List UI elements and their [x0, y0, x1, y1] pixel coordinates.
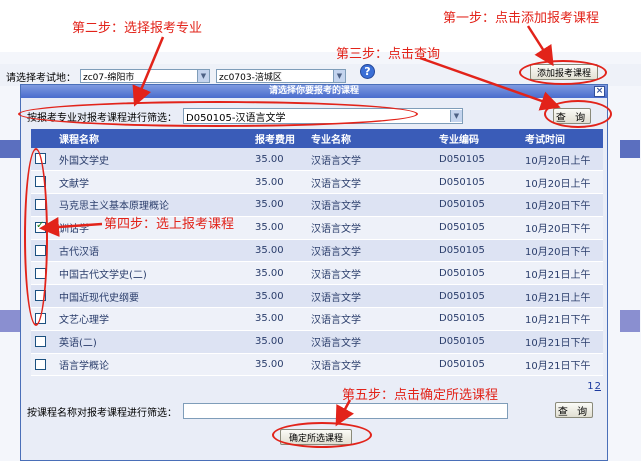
table-row: 外国文学史 35.00 汉语言文学 D050105 10月20日上午 [31, 148, 603, 172]
course-major: 汉语言文学 [307, 261, 435, 286]
course-time: 10月21日下午 [521, 353, 603, 377]
table-header: 课程名称 报考费用 专业名称 专业编码 考试时间 [31, 129, 603, 148]
course-time: 10月21日下午 [521, 330, 603, 354]
page-band-left [0, 140, 20, 158]
course-checkbox[interactable] [35, 336, 46, 348]
course-fee: 35.00 [251, 307, 307, 331]
course-name: 英语(二) [55, 330, 251, 354]
course-major: 汉语言文学 [307, 353, 435, 377]
close-icon[interactable]: × [594, 86, 605, 97]
course-checkbox[interactable] [35, 358, 46, 370]
highlight-query-button [544, 100, 612, 128]
course-time: 10月20日上午 [521, 148, 603, 172]
course-fee: 35.00 [251, 239, 307, 263]
course-code: D050105 [435, 239, 521, 263]
course-major: 汉语言文学 [307, 330, 435, 354]
course-time: 10月21日上午 [521, 284, 603, 309]
table-row: 中国近现代史纲要 35.00 汉语言文学 D050105 10月21日上午 [31, 284, 603, 309]
course-code: D050105 [435, 193, 521, 217]
dialog-title: 请选择你要报考的课程 × [21, 85, 607, 98]
chevron-down-icon: ▼ [450, 110, 462, 122]
course-fee: 35.00 [251, 216, 307, 240]
pagination: 12 [586, 381, 601, 392]
course-time: 10月21日下午 [521, 307, 603, 331]
course-code: D050105 [435, 261, 521, 286]
name-query-button[interactable]: 查 询 [555, 402, 593, 418]
course-major: 汉语言文学 [307, 193, 435, 217]
course-time: 10月20日下午 [521, 216, 603, 240]
course-major: 汉语言文学 [307, 284, 435, 309]
annotation-step4: 第四步：选上报考课程 [104, 217, 235, 232]
exam-area-filter: 请选择考试地： zc07-绵阳市 ▼ zc0703-涪城区 ▼ [6, 68, 346, 84]
course-time: 10月20日下午 [521, 193, 603, 217]
course-code: D050105 [435, 353, 521, 377]
annotation-step5: 第五步：点击确定所选课程 [342, 388, 499, 403]
course-major: 汉语言文学 [307, 170, 435, 195]
course-table: 课程名称 报考费用 专业名称 专业编码 考试时间 外国文学史 35.00 汉语言文学… [31, 129, 603, 377]
table-row: 文艺心理学 35.00 汉语言文学 D050105 10月21日下午 [31, 307, 603, 331]
course-fee: 35.00 [251, 284, 307, 309]
course-name: 文艺心理学 [55, 307, 251, 331]
col-time: 考试时间 [521, 129, 603, 148]
course-name: 中国古代文学史(二) [55, 261, 251, 286]
name-filter-row: 按课程名称对报考课程进行筛选： [27, 402, 508, 420]
course-time: 10月20日下午 [521, 239, 603, 263]
district-select[interactable]: zc0703-涪城区 ▼ [216, 69, 346, 83]
help-icon[interactable]: ? [360, 64, 375, 79]
highlight-add-button [519, 60, 607, 85]
course-code: D050105 [435, 170, 521, 195]
highlight-confirm-button [272, 422, 372, 448]
city-select[interactable]: zc07-绵阳市 ▼ [80, 69, 210, 83]
page-band-right-2 [620, 310, 640, 332]
course-code: D050105 [435, 330, 521, 354]
col-fee: 报考费用 [251, 129, 307, 148]
annotation-step3: 第三步：点击查询 [336, 47, 441, 62]
course-name: 外国文学史 [55, 148, 251, 172]
chevron-down-icon: ▼ [197, 70, 209, 82]
course-name: 文献学 [55, 170, 251, 195]
highlight-checkboxes [24, 148, 48, 326]
course-time: 10月20日上午 [521, 170, 603, 195]
course-fee: 35.00 [251, 261, 307, 286]
course-name: 中国近现代史纲要 [55, 284, 251, 309]
course-major: 汉语言文学 [307, 239, 435, 263]
course-select-dialog: 请选择你要报考的课程 × 按报考专业对报考课程进行筛选： D050105-汉语言… [20, 84, 608, 461]
course-major: 汉语言文学 [307, 216, 435, 240]
course-major: 汉语言文学 [307, 307, 435, 331]
page-link-1[interactable]: 1 [587, 381, 593, 392]
col-course-name: 课程名称 [55, 129, 251, 148]
col-major: 专业名称 [307, 129, 435, 148]
table-row: 英语(二) 35.00 汉语言文学 D050105 10月21日下午 [31, 330, 603, 354]
table-row: 语言学概论 35.00 汉语言文学 D050105 10月21日下午 [31, 353, 603, 377]
annotation-step1: 第一步：点击添加报考课程 [443, 11, 600, 26]
course-name: 古代汉语 [55, 239, 251, 263]
course-name-input[interactable] [183, 403, 508, 419]
exam-area-label: 请选择考试地： [6, 72, 76, 84]
page-band-right [620, 140, 640, 158]
highlight-major-select [18, 101, 418, 127]
course-fee: 35.00 [251, 353, 307, 377]
name-filter-label: 按课程名称对报考课程进行筛选： [27, 407, 177, 419]
course-fee: 35.00 [251, 170, 307, 195]
course-code: D050105 [435, 307, 521, 331]
course-code: D050105 [435, 284, 521, 309]
course-name: 语言学概论 [55, 353, 251, 377]
annotation-step2: 第二步：选择报考专业 [72, 21, 203, 36]
table-row: 文献学 35.00 汉语言文学 D050105 10月20日上午 [31, 170, 603, 195]
course-fee: 35.00 [251, 148, 307, 172]
page-band-left-2 [0, 310, 20, 332]
course-fee: 35.00 [251, 330, 307, 354]
course-code: D050105 [435, 148, 521, 172]
course-time: 10月21日上午 [521, 261, 603, 286]
course-fee: 35.00 [251, 193, 307, 217]
col-code: 专业编码 [435, 129, 521, 148]
chevron-down-icon: ▼ [333, 70, 345, 82]
table-row: 中国古代文学史(二) 35.00 汉语言文学 D050105 10月21日上午 [31, 261, 603, 286]
course-major: 汉语言文学 [307, 148, 435, 172]
table-row: 古代汉语 35.00 汉语言文学 D050105 10月20日下午 [31, 239, 603, 263]
page-link-2[interactable]: 2 [595, 381, 601, 392]
course-code: D050105 [435, 216, 521, 240]
